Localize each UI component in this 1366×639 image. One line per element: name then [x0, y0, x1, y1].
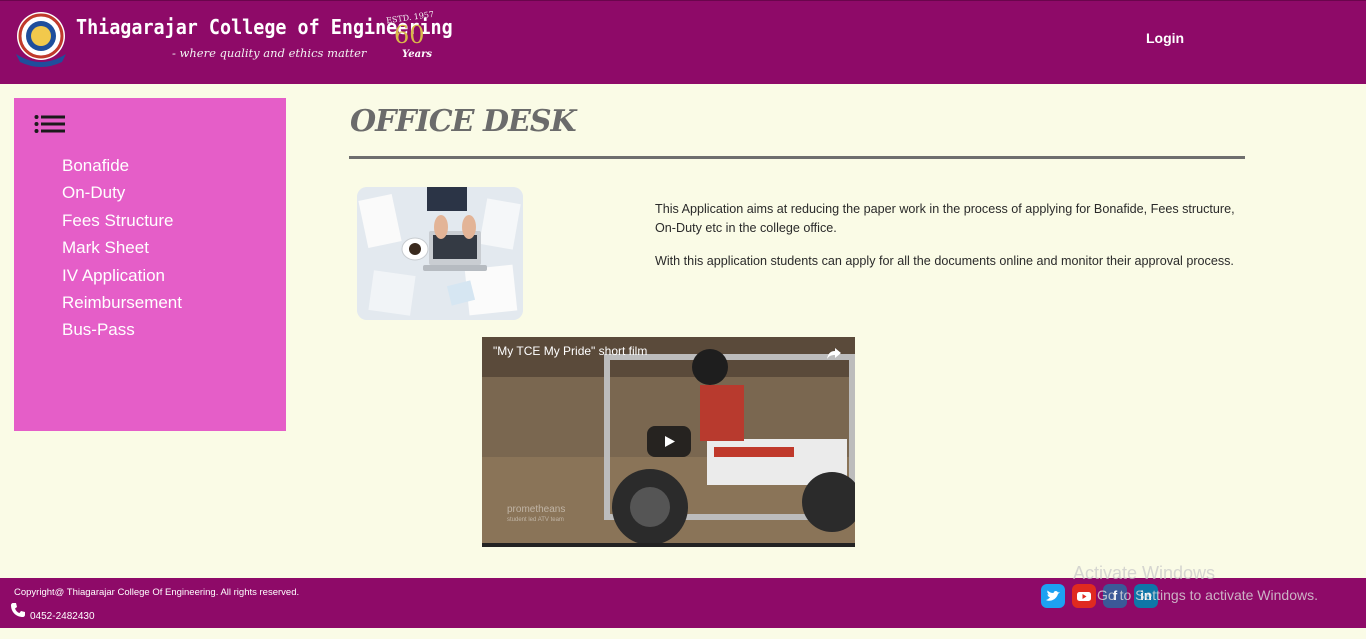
- sidebar-item-bonafide[interactable]: Bonafide: [62, 154, 182, 181]
- login-link[interactable]: Login: [1146, 30, 1184, 46]
- share-icon[interactable]: [826, 345, 842, 361]
- sidebar-nav: Bonafide On-Duty Fees Structure Mark She…: [62, 154, 182, 346]
- anniversary-badge: ESTD. 1957 60 Years: [386, 10, 436, 65]
- youtube-icon[interactable]: [1072, 584, 1096, 608]
- windows-activation-title: Activate Windows: [1073, 563, 1216, 583]
- sidebar-item-mark-sheet[interactable]: Mark Sheet: [62, 236, 182, 263]
- intro-paragraph: With this application students can apply…: [655, 254, 1234, 268]
- sidebar-item-iv-application[interactable]: IV Application: [62, 264, 182, 291]
- phone-number: 0452-2482430: [30, 611, 95, 622]
- play-icon: [665, 436, 675, 447]
- sidebar: Bonafide On-Duty Fees Structure Mark She…: [14, 98, 286, 431]
- video-watermark-line: prometheans: [507, 504, 566, 515]
- video-watermark-line: student led ATV team: [507, 517, 564, 523]
- badge-years: Years: [402, 49, 433, 60]
- page-title: OFFICE DESK: [350, 104, 577, 139]
- play-button[interactable]: [647, 426, 691, 457]
- site-header: Thiagarajar College of Engineering - whe…: [0, 0, 1366, 84]
- college-emblem-icon: [16, 12, 66, 67]
- site-footer: Copyright@ Thiagarajar College Of Engine…: [0, 578, 1366, 628]
- hamburger-list-icon[interactable]: [34, 114, 66, 134]
- sidebar-item-on-duty[interactable]: On-Duty: [62, 181, 182, 208]
- intro-paragraph: This Application aims at reducing the pa…: [655, 202, 1235, 235]
- copyright-text: Copyright@ Thiagarajar College Of Engine…: [14, 587, 300, 598]
- twitter-icon[interactable]: [1041, 584, 1065, 608]
- office-desk-image: [357, 187, 523, 320]
- phone-icon: [11, 603, 25, 617]
- badge-number: 60: [394, 21, 425, 49]
- sidebar-item-bus-pass[interactable]: Bus-Pass: [62, 318, 182, 345]
- intro-text: This Application aims at reducing the pa…: [655, 200, 1235, 285]
- embedded-video[interactable]: "My TCE My Pride" short film prometheans…: [482, 337, 855, 547]
- title-divider: [349, 156, 1245, 159]
- sidebar-item-reimbursement[interactable]: Reimbursement: [62, 291, 182, 318]
- sidebar-item-fees-structure[interactable]: Fees Structure: [62, 209, 182, 236]
- windows-activation-hint: Go to Settings to activate Windows.: [1097, 587, 1318, 603]
- video-watermark: prometheans student led ATV team: [507, 505, 565, 525]
- video-title: "My TCE My Pride" short film: [493, 344, 648, 358]
- college-tagline: - where quality and ethics matter: [172, 46, 367, 60]
